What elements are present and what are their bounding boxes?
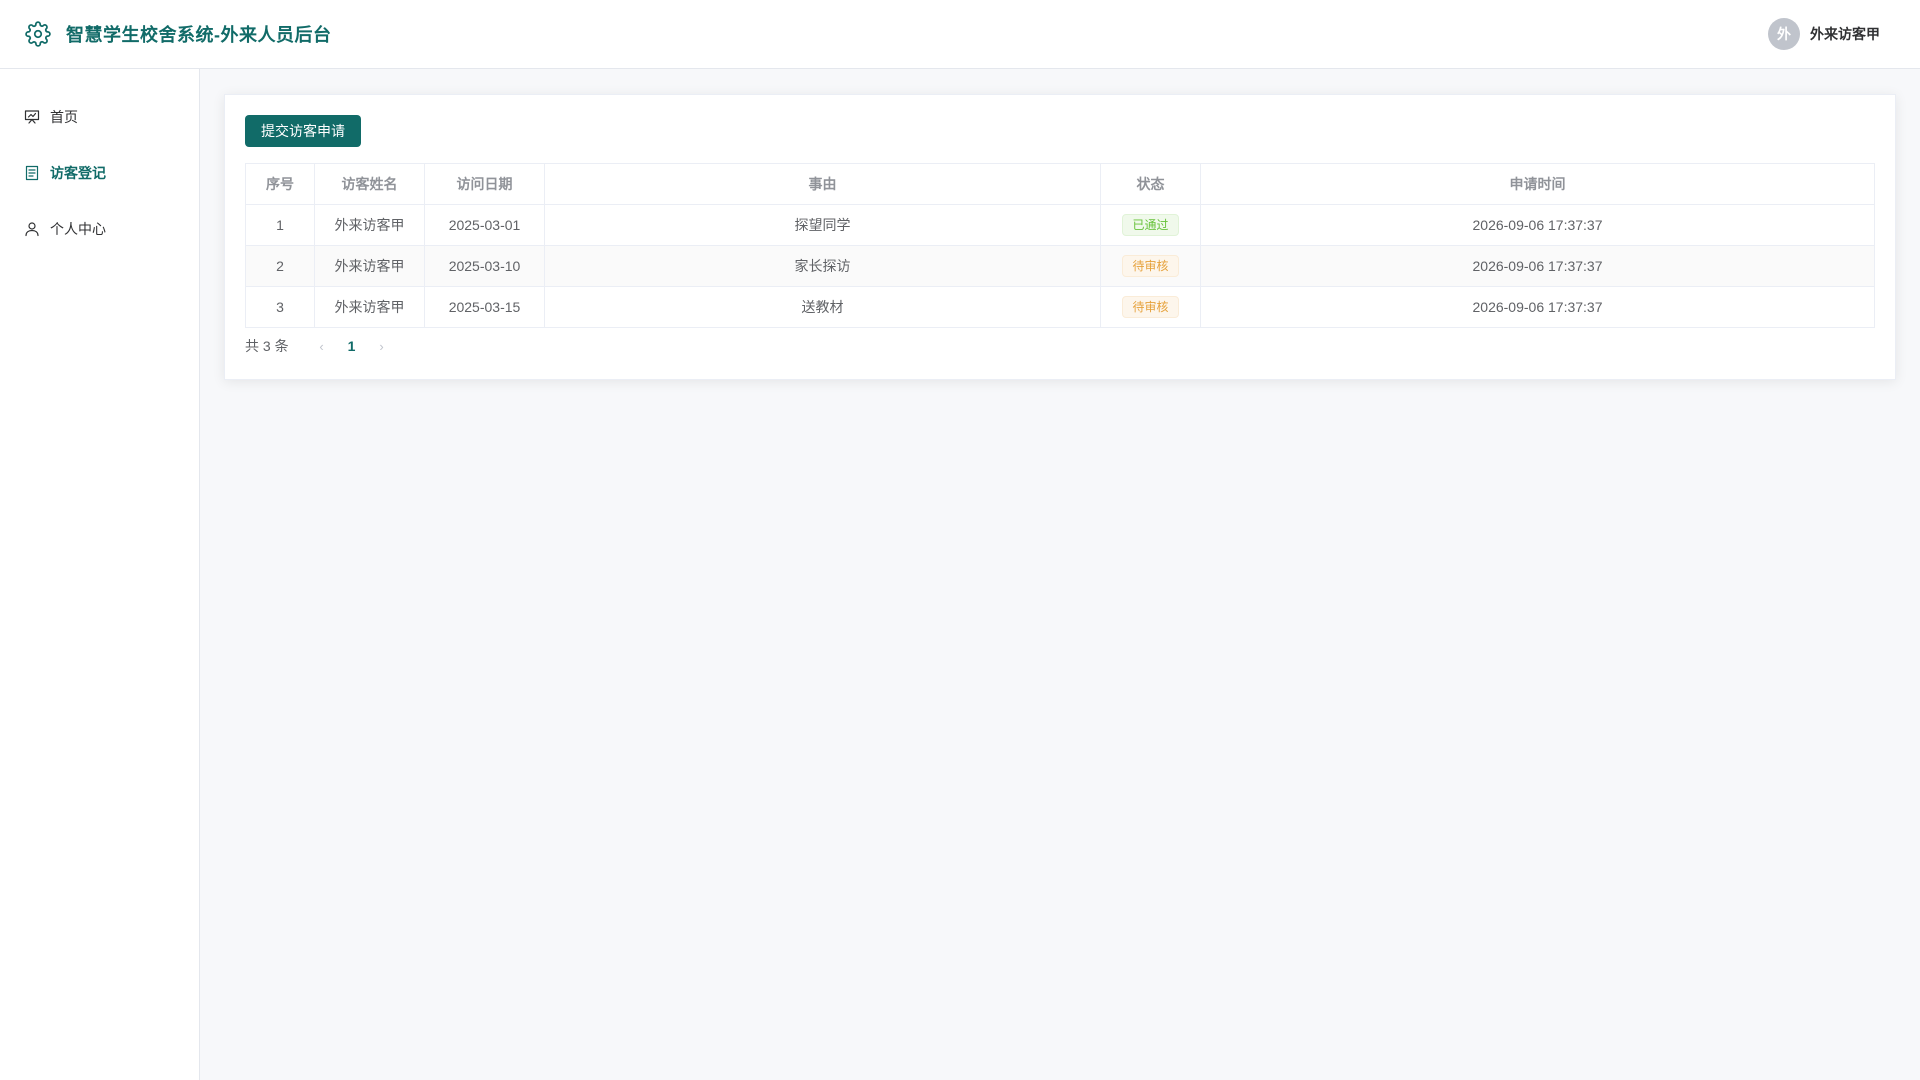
- cell-applied-at: 2026-09-06 17:37:37: [1200, 286, 1875, 328]
- sidebar-item-label: 个人中心: [50, 221, 106, 237]
- table-row[interactable]: 3 外来访客甲 2025-03-15 送教材 待审核 2026-09-06 17…: [245, 286, 1875, 328]
- chevron-right-icon[interactable]: ›: [367, 339, 397, 354]
- status-badge: 待审核: [1122, 255, 1179, 277]
- brand: 智慧学生校舍系统-外来人员后台: [24, 20, 332, 48]
- cell-date: 2025-03-10: [424, 245, 545, 287]
- sidebar: 首页 访客登记 个人中心: [0, 69, 200, 1080]
- table-header-row: 序号 访客姓名 访问日期 事由 状态 申请时间: [245, 163, 1875, 205]
- sidebar-item-label: 访客登记: [50, 165, 106, 181]
- column-header-date: 访问日期: [424, 163, 545, 205]
- sidebar-item-profile[interactable]: 个人中心: [0, 201, 199, 257]
- table-row[interactable]: 1 外来访客甲 2025-03-01 探望同学 已通过 2026-09-06 1…: [245, 204, 1875, 246]
- sidebar-item-home[interactable]: 首页: [0, 89, 199, 145]
- cell-reason: 送教材: [544, 286, 1101, 328]
- column-header-status: 状态: [1100, 163, 1201, 205]
- main-content: 提交访客申请 序号 访客姓名 访问日期 事由 状态 申请时间 1 外来访客甲 2…: [224, 94, 1896, 380]
- cell-status: 待审核: [1100, 245, 1201, 287]
- pagination-page[interactable]: 1: [337, 338, 367, 354]
- cell-applied-at: 2026-09-06 17:37:37: [1200, 245, 1875, 287]
- status-badge: 待审核: [1122, 296, 1179, 318]
- cell-applied-at: 2026-09-06 17:37:37: [1200, 204, 1875, 246]
- sidebar-item-label: 首页: [50, 109, 78, 125]
- pagination-total: 共 3 条: [245, 338, 289, 354]
- user-icon: [24, 221, 40, 237]
- user-name[interactable]: 外来访客甲: [1810, 24, 1880, 44]
- top-header: 智慧学生校舍系统-外来人员后台 外 外来访客甲: [0, 0, 1920, 69]
- column-header-applied-at: 申请时间: [1200, 163, 1875, 205]
- cell-name: 外来访客甲: [314, 245, 425, 287]
- cell-status: 已通过: [1100, 204, 1201, 246]
- cell-name: 外来访客甲: [314, 204, 425, 246]
- visitor-card: 提交访客申请 序号 访客姓名 访问日期 事由 状态 申请时间 1 外来访客甲 2…: [224, 94, 1896, 380]
- gear-icon: [24, 20, 52, 48]
- cell-date: 2025-03-15: [424, 286, 545, 328]
- cell-index: 1: [245, 204, 315, 246]
- cell-status: 待审核: [1100, 286, 1201, 328]
- column-header-name: 访客姓名: [314, 163, 425, 205]
- sidebar-item-visitor-registration[interactable]: 访客登记: [0, 145, 199, 201]
- cell-reason: 探望同学: [544, 204, 1101, 246]
- table-row[interactable]: 2 外来访客甲 2025-03-10 家长探访 待审核 2026-09-06 1…: [245, 245, 1875, 287]
- user-menu[interactable]: 外 外来访客甲: [1768, 18, 1896, 50]
- column-header-index: 序号: [245, 163, 315, 205]
- submit-visitor-request-button[interactable]: 提交访客申请: [245, 115, 361, 147]
- presentation-icon: [24, 109, 40, 125]
- cell-reason: 家长探访: [544, 245, 1101, 287]
- pagination: 共 3 条 ‹ 1 ›: [245, 336, 1875, 356]
- document-icon: [24, 165, 40, 181]
- chevron-left-icon[interactable]: ‹: [307, 339, 337, 354]
- status-badge: 已通过: [1122, 214, 1179, 236]
- avatar[interactable]: 外: [1768, 18, 1800, 50]
- visitor-table: 序号 访客姓名 访问日期 事由 状态 申请时间 1 外来访客甲 2025-03-…: [245, 163, 1875, 328]
- column-header-reason: 事由: [544, 163, 1101, 205]
- cell-date: 2025-03-01: [424, 204, 545, 246]
- cell-name: 外来访客甲: [314, 286, 425, 328]
- cell-index: 3: [245, 286, 315, 328]
- cell-index: 2: [245, 245, 315, 287]
- app-title: 智慧学生校舍系统-外来人员后台: [66, 25, 332, 45]
